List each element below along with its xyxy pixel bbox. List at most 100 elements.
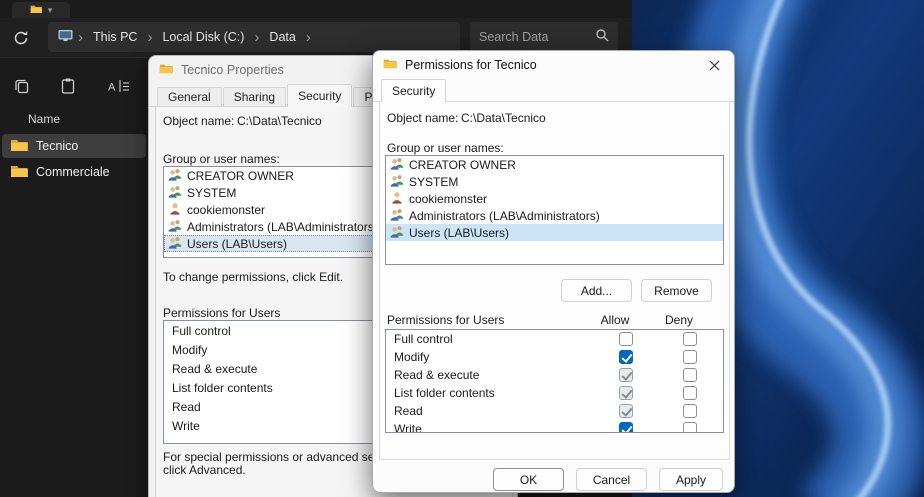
group-icon [390,174,404,190]
tab-security[interactable]: Security [381,79,446,102]
group-icon [168,219,182,235]
permission-label: Write [394,422,594,433]
breadcrumb-local-disk-c[interactable]: Local Disk (C:) [157,28,249,46]
remove-button[interactable]: Remove [641,279,712,302]
permission-row-write: Write [386,420,723,433]
user-icon [390,191,404,207]
list-item-label: Users (LAB\Users) [409,226,509,240]
folder-icon [10,138,28,155]
object-name-label: Object name: [387,111,458,125]
tab-sharing[interactable]: Sharing [223,87,286,107]
folder-item-commerciale[interactable]: Commerciale [2,160,146,184]
list-item-creator-owner[interactable]: CREATOR OWNER [386,156,723,173]
list-item-users[interactable]: Users (LAB\Users) [386,224,723,241]
allow-checkbox-read [619,404,633,418]
allow-checkbox-modify[interactable] [619,350,633,364]
permission-row-list-folder-contents: List folder contents [386,384,723,402]
breadcrumb-data[interactable]: Data [264,28,300,46]
dialog-titlebar[interactable]: Permissions for Tecnico [373,51,734,79]
chevron-right-icon: › [77,30,84,45]
deny-checkbox-read-execute[interactable] [683,368,697,382]
advanced-hint-line2: click Advanced. [163,463,246,477]
tab-general[interactable]: General [157,87,222,107]
object-name-label: Object name: [163,114,234,128]
folder-name: Tecnico [36,139,78,153]
close-icon[interactable] [699,54,729,76]
rename-icon[interactable]: A [104,74,134,98]
permission-label: List folder contents [172,381,372,395]
paste-icon[interactable] [56,74,80,98]
chevron-right-icon: › [253,30,260,45]
allow-checkbox-list-folder-contents [619,386,633,400]
list-item-label: Users (LAB\Users) [187,237,287,251]
deny-checkbox-full-control[interactable] [683,332,697,346]
allow-column-header: Allow [593,313,637,327]
permission-label: Modify [394,350,594,364]
list-item-label: CREATOR OWNER [187,169,294,183]
allow-checkbox-full-control[interactable] [619,332,633,346]
deny-checkbox-read[interactable] [683,404,697,418]
list-item-label: cookiemonster [409,192,487,206]
user-icon [168,202,182,218]
allow-checkbox-write[interactable] [619,422,633,433]
permission-row-modify: Modify [386,348,723,366]
permissions-tabs: Security [373,79,734,102]
permissions-label: Permissions for Users [163,306,280,320]
chevron-down-icon: ▾ [48,5,53,16]
monitor-icon [58,29,73,45]
screen: ▾ › This PC › Local Disk (C:) › Data › [0,0,924,497]
deny-checkbox-modify[interactable] [683,350,697,364]
folder-icon [383,58,397,72]
group-icon [168,236,182,252]
chevron-right-icon: › [305,30,312,45]
list-item-administrators[interactable]: Administrators (LAB\Administrators) [386,207,723,224]
folder-icon [159,63,173,77]
permissions-checkbox-list: Full control Modify Read & execute List … [385,329,724,433]
permission-label: Read [394,404,594,418]
chevron-right-icon: › [146,30,153,45]
permissions-dialog: Permissions for Tecnico Security Object … [372,50,735,493]
permission-label: Read & execute [172,362,372,376]
object-name-value: C:\Data\Tecnico [461,111,546,125]
group-list-label: Group or user names: [163,152,280,166]
list-item-label: Administrators (LAB\Administrators) [187,220,378,234]
folder-name: Commerciale [36,165,110,179]
apply-button[interactable]: Apply [659,468,723,491]
group-list-label: Group or user names: [387,141,504,155]
allow-checkbox-read-execute [619,368,633,382]
group-icon [168,168,182,184]
list-item-system[interactable]: SYSTEM [386,173,723,190]
deny-checkbox-list-folder-contents[interactable] [683,386,697,400]
list-item-label: SYSTEM [187,186,236,200]
cancel-button[interactable]: Cancel [576,468,647,491]
refresh-icon[interactable] [12,29,30,47]
group-icon [390,208,404,224]
permission-label: List folder contents [394,386,594,400]
advanced-hint-line1: For special permissions or advanced sett… [163,450,397,464]
breadcrumb-this-pc[interactable]: This PC [88,28,142,46]
folder-item-tecnico[interactable]: Tecnico [2,134,146,158]
permission-label: Modify [172,343,372,357]
explorer-tab[interactable]: ▾ [12,2,70,18]
permission-label: Full control [172,324,372,338]
search-icon [595,28,609,47]
copy-icon[interactable] [10,74,34,98]
permission-row-full-control: Full control [386,330,723,348]
dialog-title: Tecnico Properties [181,63,284,77]
deny-checkbox-write[interactable] [683,422,697,433]
permission-row-read-execute: Read & execute [386,366,723,384]
list-item-cookiemonster[interactable]: cookiemonster [386,190,723,207]
list-item-label: SYSTEM [409,175,458,189]
permissions-label: Permissions for Users [387,313,504,327]
permission-label: Read [172,400,372,414]
column-header-name[interactable]: Name [28,112,60,126]
search-box[interactable] [470,22,618,52]
tab-security[interactable]: Security [287,84,352,107]
folder-icon [30,1,42,19]
search-input[interactable] [479,30,589,44]
add-button[interactable]: Add... [561,279,632,302]
svg-text:A: A [108,82,116,94]
ok-button[interactable]: OK [493,468,564,491]
dialog-title: Permissions for Tecnico [405,58,537,72]
edit-hint: To change permissions, click Edit. [163,270,343,284]
